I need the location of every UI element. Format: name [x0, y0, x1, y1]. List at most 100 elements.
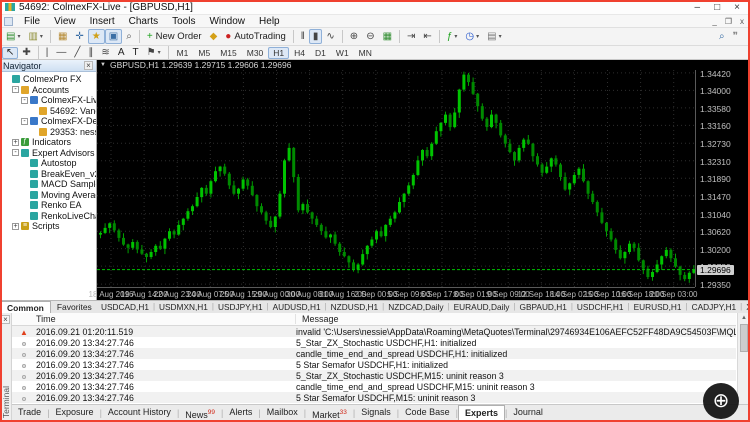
vertical-line-button[interactable]: |	[42, 47, 53, 59]
tree-toggle-icon[interactable]: +	[12, 222, 19, 230]
column-header-message[interactable]: Message	[296, 314, 339, 324]
chart-tab-usdjpy-h1[interactable]: USDJPY,H1	[214, 301, 267, 313]
fibonacci-button[interactable]: ≋	[97, 47, 113, 59]
tree-item-colmexpro-fx[interactable]: ColmexPro FX	[0, 74, 96, 85]
zoom-in-button[interactable]: ⊕	[346, 29, 362, 44]
timeframe-m5-button[interactable]: M5	[193, 47, 215, 59]
scrollbar-thumb[interactable]	[740, 324, 748, 352]
menu-tools[interactable]: Tools	[165, 16, 202, 27]
arrows-button[interactable]: ⚑ ▾	[143, 47, 165, 59]
menu-help[interactable]: Help	[252, 16, 287, 27]
chart-tab-eurusd-h1[interactable]: EURUSD,H1	[630, 301, 686, 313]
terminal-tab-experts[interactable]: Experts	[457, 405, 505, 420]
metaeditor-button[interactable]: ◆	[206, 29, 222, 44]
chart-tab-usdchf-h1[interactable]: USDCHF,H1	[573, 301, 628, 313]
chart-tab-usdmxn-h1[interactable]: USDMXN,H1	[155, 301, 212, 313]
navigator-tab-common[interactable]: Common	[0, 301, 51, 313]
strategy-tester-button[interactable]: ⌕	[122, 29, 136, 44]
minimize-icon[interactable]: –	[695, 2, 701, 13]
terminal-tab-journal[interactable]: Journal	[507, 405, 549, 420]
scroll-up-icon[interactable]: ▲	[738, 313, 750, 321]
tree-item-indicators[interactable]: + ƒ Indicators	[0, 137, 96, 148]
horizontal-line-button[interactable]: —	[52, 47, 70, 59]
tree-toggle-icon[interactable]: -	[12, 149, 19, 157]
data-window-button[interactable]: ✛	[71, 29, 87, 44]
text-label-button[interactable]: T	[128, 47, 142, 59]
menu-view[interactable]: View	[47, 16, 83, 27]
magnifier-overlay[interactable]: ⊕	[703, 383, 739, 419]
market-watch-button[interactable]: ▦	[54, 29, 71, 44]
bar-chart-mode-button[interactable]: ‖	[297, 29, 309, 44]
log-row[interactable]: 2016.09.20 13:34:27.746 candle_time_end_a…	[12, 348, 736, 359]
auto-scroll-button[interactable]: ⇥	[403, 29, 419, 44]
tree-toggle-icon[interactable]: -	[12, 86, 19, 94]
terminal-button[interactable]: ▣	[104, 29, 123, 44]
templates-button[interactable]: ▤ ▾	[483, 29, 505, 44]
tile-windows-button[interactable]: ▦	[379, 29, 396, 44]
terminal-tab-mailbox[interactable]: Mailbox	[261, 405, 304, 420]
new-order-button[interactable]: + New Order	[143, 29, 206, 44]
terminal-tab-alerts[interactable]: Alerts	[223, 405, 258, 420]
search-button[interactable]: ⌕	[715, 29, 729, 44]
chart-tab-xauusd-h1[interactable]: XAUUSD,H1	[742, 301, 750, 313]
child-close-icon[interactable]: x	[740, 17, 744, 26]
log-row[interactable]: 2016.09.20 13:34:27.746 5_Star_ZX_Stochas…	[12, 370, 736, 381]
tree-item-renko-ea[interactable]: Renko EA	[0, 200, 96, 211]
chart-tab-audusd-h1[interactable]: AUDUSD,H1	[269, 301, 325, 313]
chart-tab-euraud-daily[interactable]: EURAUD,Daily	[450, 301, 514, 313]
tree-item-54692-vanes[interactable]: 54692: Vanes	[0, 106, 96, 117]
menu-file[interactable]: File	[17, 16, 47, 27]
terminal-tab-news[interactable]: News99	[179, 405, 221, 420]
timeframe-m30-button[interactable]: M30	[242, 47, 269, 59]
log-row[interactable]: ▲ 2016.09.21 01:20:11.519 invalid 'C:\User…	[12, 326, 736, 337]
timeframe-mn-button[interactable]: MN	[354, 47, 377, 59]
terminal-tab-exposure[interactable]: Exposure	[50, 405, 100, 420]
autotrading-button[interactable]: ● AutoTrading	[221, 29, 289, 44]
tree-item-autostop[interactable]: Autostop	[0, 158, 96, 169]
terminal-tab-market[interactable]: Market33	[306, 405, 353, 420]
periods-button[interactable]: ◷ ▾	[461, 29, 483, 44]
child-restore-icon[interactable]: ❐	[725, 17, 732, 26]
maximize-icon[interactable]: □	[714, 2, 720, 13]
log-row[interactable]: 2016.09.20 13:34:27.746 5 Star Semafor US…	[12, 392, 736, 403]
timeframe-h1-button[interactable]: H1	[268, 46, 290, 59]
log-row[interactable]: 2016.09.20 13:34:27.746 5 Star Semafor US…	[12, 359, 736, 370]
tree-item-accounts[interactable]: - Accounts	[0, 85, 96, 96]
terminal-tab-trade[interactable]: Trade	[12, 405, 47, 420]
tree-item-macd-sample[interactable]: MACD Sample	[0, 179, 96, 190]
candlestick-mode-button[interactable]: ▮	[308, 29, 323, 44]
tree-toggle-icon[interactable]: -	[21, 117, 28, 125]
chart-tab-nzdusd-h1[interactable]: NZDUSD,H1	[327, 301, 382, 313]
new-chart-button[interactable]: ▤ ▾	[2, 29, 24, 44]
tree-item-breakeven-v2[interactable]: BreakEven_v2	[0, 169, 96, 180]
crosshair-button[interactable]: ✚	[18, 47, 34, 59]
timeframe-w1-button[interactable]: W1	[331, 47, 354, 59]
timeframe-h4-button[interactable]: H4	[289, 47, 310, 59]
chart-tab-cadjpy-h1[interactable]: CADJPY,H1	[688, 301, 741, 313]
tree-item-renkolivechart-[interactable]: RenkoLiveChart_	[0, 211, 96, 222]
tree-toggle-icon[interactable]: -	[21, 96, 28, 104]
tree-item-colmexfx-demo[interactable]: - ColmexFX-Demo	[0, 116, 96, 127]
cursor-button[interactable]: ↖	[2, 46, 19, 59]
menu-window[interactable]: Window	[202, 16, 252, 27]
chart-menu-icon[interactable]	[4, 16, 13, 26]
log-row[interactable]: 2016.09.20 13:34:27.746 5_Star_ZX_Stochas…	[12, 337, 736, 348]
trendline-button[interactable]: ╱	[70, 47, 84, 59]
column-header-time[interactable]: Time	[12, 314, 296, 324]
terminal-scrollbar[interactable]: ▲	[737, 313, 750, 404]
child-minimize-icon[interactable]: _	[712, 17, 716, 26]
navigator-button[interactable]: ★	[87, 29, 105, 44]
terminal-tab-account-history[interactable]: Account History	[102, 405, 177, 420]
terminal-tab-code-base[interactable]: Code Base	[399, 405, 456, 420]
channel-button[interactable]: ∥	[84, 47, 97, 59]
navigator-close-icon[interactable]: ×	[84, 61, 93, 70]
timeframe-d1-button[interactable]: D1	[310, 47, 331, 59]
tree-toggle-icon[interactable]: +	[12, 138, 19, 146]
tree-item-scripts[interactable]: + ≡ Scripts	[0, 221, 96, 232]
menu-charts[interactable]: Charts	[122, 16, 165, 27]
chart-shift-button[interactable]: ⇤	[419, 29, 435, 44]
zoom-out-button[interactable]: ⊖	[362, 29, 378, 44]
chart-tab-usdcad-h1[interactable]: USDCAD,H1	[97, 301, 153, 313]
navigator-tab-favorites[interactable]: Favorites	[51, 301, 98, 313]
tree-item-colmexfx-live[interactable]: - ColmexFX-Live	[0, 95, 96, 106]
